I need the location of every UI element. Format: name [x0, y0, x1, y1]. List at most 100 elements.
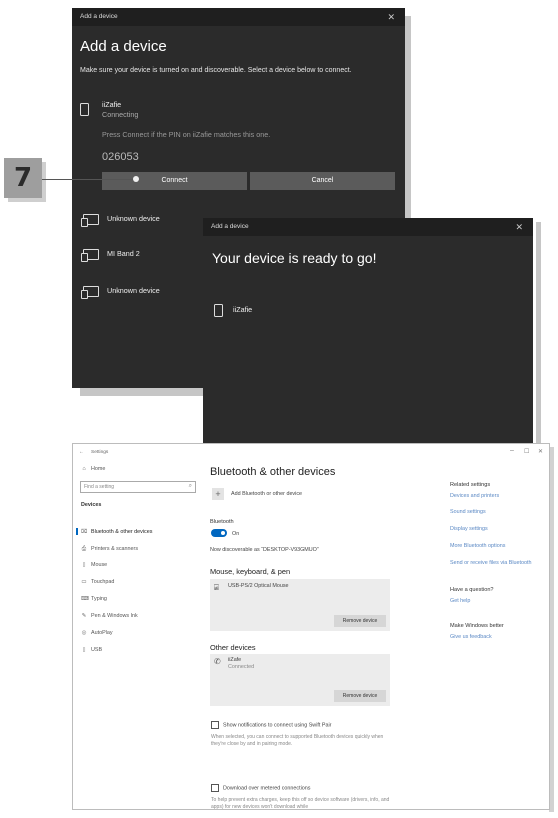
remove-device-button[interactable]: Remove device — [334, 690, 386, 702]
device-list-item[interactable]: Unknown device — [80, 214, 160, 227]
bluetooth-state: On — [232, 531, 240, 537]
device-name: iiZafie — [233, 305, 253, 315]
search-icon: ⌕ — [188, 483, 192, 489]
swift-pair-option[interactable]: Show notifications to connect using Swif… — [211, 721, 331, 729]
nav-item-pen[interactable]: ✎ Pen & Windows Ink — [81, 613, 138, 619]
page-title: Bluetooth & other devices — [210, 466, 336, 478]
device-name: iiZafe — [228, 657, 242, 663]
touchpad-icon: ▭ — [81, 579, 87, 585]
nav-item-touchpad[interactable]: ▭ Touchpad — [81, 579, 114, 585]
dialog-titlebar: Add a device ✕ — [72, 8, 405, 26]
option-label: Show notifications to connect using Swif… — [223, 722, 332, 729]
device-list-item[interactable]: MI Band 2 — [80, 249, 140, 262]
find-setting-search[interactable]: Find a setting ⌕ — [80, 481, 196, 493]
link-devices-printers[interactable]: Devices and printers — [450, 493, 499, 499]
computer-icon — [81, 286, 99, 299]
nav-item-printers[interactable]: ⎙ Printers & scanners — [81, 546, 138, 553]
device-label: Unknown device — [107, 286, 160, 296]
nav-item-label: Touchpad — [91, 579, 115, 585]
printer-icon: ⎙ — [81, 546, 87, 552]
bluetooth-toggle[interactable] — [211, 529, 227, 537]
nav-item-label: Mouse — [91, 562, 108, 568]
close-icon[interactable]: ✕ — [387, 8, 395, 26]
device-label: Unknown device — [107, 214, 160, 224]
dialog-titlebar: Add a device ✕ — [203, 218, 533, 236]
nav-selected-indicator — [76, 528, 78, 535]
add-device-button[interactable]: Add Bluetooth or other device — [231, 491, 302, 497]
checkbox[interactable] — [211, 784, 219, 792]
mouse-icon: ⍯ — [214, 583, 219, 592]
link-give-feedback[interactable]: Give us feedback — [450, 634, 492, 640]
maximize-icon[interactable]: ☐ — [524, 448, 529, 455]
mouse-device-card[interactable]: ⍯ USB-PS/2 Optical Mouse Remove device — [210, 579, 390, 631]
bluetooth-devices-icon: ⌧ — [81, 529, 88, 535]
usb-icon: ▯ — [82, 647, 86, 653]
cancel-button[interactable]: Cancel — [250, 172, 395, 190]
related-settings-heading: Related settings — [450, 482, 491, 488]
window-title: Settings — [91, 450, 109, 455]
add-icon[interactable]: + — [212, 488, 224, 500]
nav-item-autoplay[interactable]: ◎ AutoPlay — [81, 630, 113, 636]
minimize-icon[interactable]: – — [510, 447, 514, 454]
step-number-badge: 7 — [4, 158, 42, 198]
computer-icon — [81, 214, 99, 227]
phone-icon — [80, 103, 89, 116]
device-ready-dialog: Add a device ✕ Your device is ready to g… — [203, 218, 533, 444]
dialog-title: Add a device — [80, 13, 118, 20]
dialog-shadow — [536, 222, 541, 444]
discoverable-status: Now discoverable as “DESKTOP-V93GMUO” — [210, 547, 319, 553]
pin-prompt: Press Connect if the PIN on iiZafie matc… — [102, 130, 271, 139]
link-more-bluetooth[interactable]: More Bluetooth options — [450, 543, 505, 549]
other-device-card[interactable]: ✆ iiZafe Connected Remove device — [210, 654, 390, 706]
nav-home-label: Home — [91, 466, 106, 472]
dialog-title: Add a device — [211, 223, 249, 230]
nav-item-usb[interactable]: ▯ USB — [81, 647, 102, 653]
metered-download-option[interactable]: Download over metered connections — [211, 784, 311, 792]
connecting-device[interactable]: iiZafie Connecting — [80, 100, 138, 119]
nav-item-label: AutoPlay — [91, 630, 113, 636]
device-name: USB-PS/2 Optical Mouse — [228, 583, 289, 589]
section-heading: Other devices — [210, 643, 256, 652]
callout-leader-line — [42, 179, 137, 180]
link-send-receive-files[interactable]: Send or receive files via Bluetooth — [450, 560, 532, 566]
connect-button[interactable]: Connect — [102, 172, 247, 190]
nav-item-typing[interactable]: ⌨ Typing — [81, 596, 107, 602]
home-icon: ⌂ — [82, 466, 86, 472]
dialog-description: Make sure your device is turned on and d… — [80, 67, 352, 74]
section-heading: Mouse, keyboard, & pen — [210, 567, 291, 576]
keyboard-icon: ⌨ — [81, 596, 89, 602]
device-status: Connecting — [102, 110, 139, 119]
close-icon[interactable]: ✕ — [538, 448, 543, 455]
link-display-settings[interactable]: Display settings — [450, 526, 488, 532]
toggle-knob — [221, 531, 225, 535]
dialog-heading: Your device is ready to go! — [212, 250, 377, 266]
pin-code: 026053 — [102, 151, 139, 163]
device-status: Connected — [228, 664, 255, 670]
phone-icon: ✆ — [214, 657, 221, 666]
settings-window: ← Settings – ☐ ✕ ⌂ Home Find a setting ⌕ … — [72, 443, 550, 810]
nav-home[interactable]: ⌂ Home — [81, 466, 105, 472]
device-list-item[interactable]: Unknown device — [80, 286, 160, 299]
remove-device-button[interactable]: Remove device — [334, 615, 386, 627]
swift-pair-description: When selected, you can connect to suppor… — [211, 734, 384, 747]
autoplay-icon: ◎ — [81, 630, 87, 636]
mouse-icon: ▯ — [82, 562, 86, 568]
back-arrow-icon[interactable]: ← — [79, 449, 84, 455]
search-placeholder: Find a setting — [84, 484, 115, 490]
nav-item-mouse[interactable]: ▯ Mouse — [81, 562, 107, 568]
bluetooth-label: Bluetooth — [210, 519, 234, 525]
device-name: iiZafie — [102, 100, 122, 109]
nav-item-label: Pen & Windows Ink — [91, 613, 138, 619]
paired-device: iiZafie — [214, 304, 252, 317]
device-label: MI Band 2 — [107, 249, 140, 259]
close-icon[interactable]: ✕ — [515, 218, 523, 236]
nav-section-devices: Devices — [81, 502, 102, 508]
callout-pointer-dot — [133, 176, 139, 182]
link-get-help[interactable]: Get help — [450, 598, 470, 604]
metered-description: To help prevent extra charges, keep this… — [211, 797, 390, 810]
link-sound-settings[interactable]: Sound settings — [450, 509, 486, 515]
nav-item-bluetooth[interactable]: ⌧ Bluetooth & other devices — [81, 529, 152, 535]
checkbox[interactable] — [211, 721, 219, 729]
nav-item-label: Printers & scanners — [91, 546, 139, 552]
pen-icon: ✎ — [81, 613, 87, 619]
